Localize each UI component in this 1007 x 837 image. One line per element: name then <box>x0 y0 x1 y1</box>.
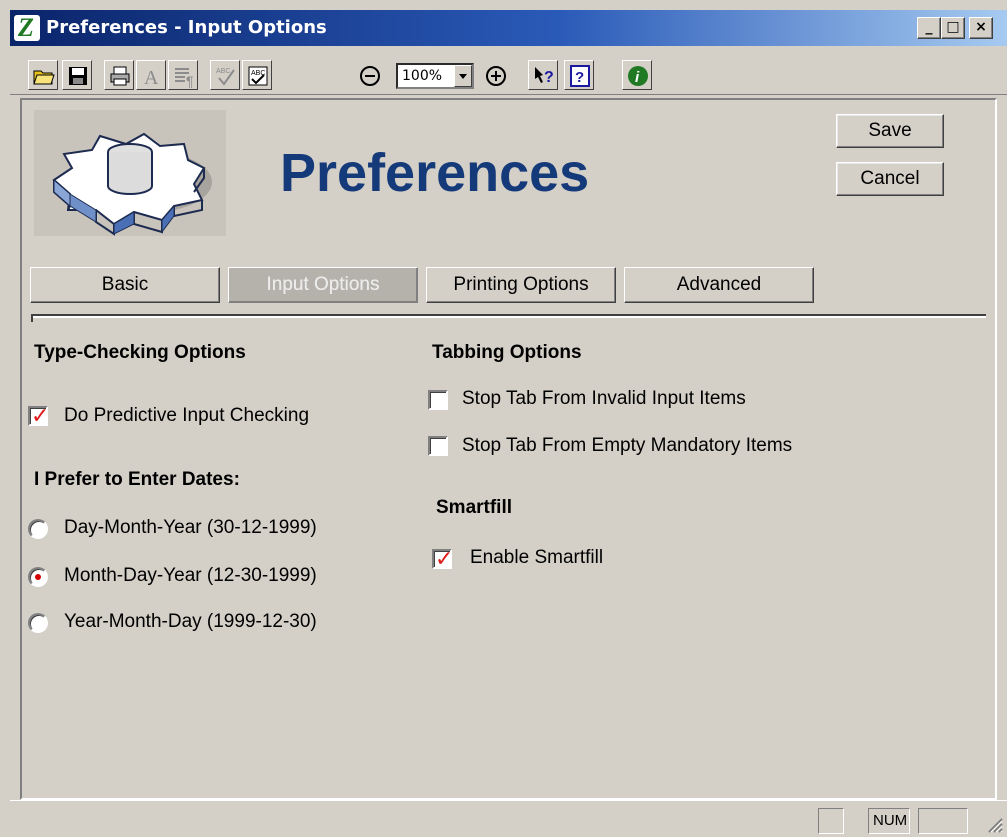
cancel-button[interactable]: Cancel <box>836 162 944 196</box>
resize-grip-icon[interactable] <box>985 815 1003 833</box>
save-button[interactable]: Save <box>836 114 944 148</box>
num-lock-indicator: NUM <box>868 808 910 834</box>
tab-divider <box>31 314 986 318</box>
open-folder-icon[interactable] <box>28 60 58 90</box>
dates-heading: I Prefer to Enter Dates: <box>34 469 240 490</box>
svg-text:¶: ¶ <box>186 73 194 88</box>
print-icon[interactable] <box>104 60 134 90</box>
window-title: Preferences - Input Options <box>46 17 327 38</box>
svg-text:?: ? <box>544 69 554 86</box>
form-check-icon[interactable]: ABC <box>242 60 272 90</box>
empty-mandatory-label: Stop Tab From Empty Mandatory Items <box>462 435 793 456</box>
tab-printing-options[interactable]: Printing Options <box>426 267 616 303</box>
tabbing-heading: Tabbing Options <box>432 342 582 363</box>
context-help-icon[interactable]: ? <box>528 60 558 90</box>
date-label-mdy: Month-Day-Year (12-30-1999) <box>64 565 317 586</box>
title-bar[interactable]: Z Preferences - Input Options _ □ × <box>10 10 1007 46</box>
smartfill-checkbox[interactable]: ✓ <box>432 547 453 572</box>
date-radio-ymd[interactable] <box>28 613 48 633</box>
svg-text:A: A <box>144 67 159 88</box>
page-title: Preferences <box>280 143 590 203</box>
info-icon[interactable]: i <box>622 60 652 90</box>
empty-mandatory-checkbox[interactable] <box>428 436 448 456</box>
date-label-ymd: Year-Month-Day (1999-12-30) <box>64 611 317 632</box>
date-radio-mdy[interactable] <box>28 567 48 587</box>
date-label-dmy: Day-Month-Year (30-12-1999) <box>64 517 317 538</box>
app-logo-icon: Z <box>14 13 40 42</box>
tab-input-options[interactable]: Input Options <box>228 267 418 303</box>
svg-text:?: ? <box>575 69 584 86</box>
predictive-checkbox[interactable]: ✓ <box>28 404 49 429</box>
tab-basic[interactable]: Basic <box>30 267 220 303</box>
paragraph-icon[interactable]: ¶ <box>168 60 198 90</box>
status-cell-blank <box>818 808 844 834</box>
tab-advanced[interactable]: Advanced <box>624 267 814 303</box>
zoom-dropdown-button[interactable] <box>454 65 472 87</box>
svg-text:ABC: ABC <box>216 68 230 75</box>
close-button[interactable]: × <box>969 17 993 39</box>
smartfill-heading: Smartfill <box>436 497 513 518</box>
date-radio-dmy[interactable] <box>28 519 48 539</box>
minimize-button[interactable]: _ <box>917 17 941 39</box>
predictive-label: Do Predictive Input Checking <box>64 405 310 426</box>
status-bar <box>10 800 1007 837</box>
invalid-input-label: Stop Tab From Invalid Input Items <box>462 388 746 409</box>
preferences-window: Z Preferences - Input Options _ □ × A ¶ … <box>0 0 1007 837</box>
gear-logo <box>34 110 226 236</box>
zoom-out-icon[interactable] <box>360 66 380 86</box>
zoom-in-icon[interactable] <box>486 66 506 86</box>
save-disk-icon[interactable] <box>62 60 92 90</box>
invalid-input-checkbox[interactable] <box>428 390 448 410</box>
spellcheck-icon[interactable]: ABC <box>210 60 240 90</box>
type-checking-heading: Type-Checking Options <box>34 342 246 363</box>
tab-divider-cap <box>31 314 33 322</box>
maximize-button[interactable]: □ <box>941 17 965 39</box>
status-cell-blank-2 <box>918 808 968 834</box>
smartfill-label: Enable Smartfill <box>470 547 604 568</box>
font-icon[interactable]: A <box>136 60 166 90</box>
help-icon[interactable]: ? <box>564 60 594 90</box>
gear-icon <box>52 132 212 236</box>
